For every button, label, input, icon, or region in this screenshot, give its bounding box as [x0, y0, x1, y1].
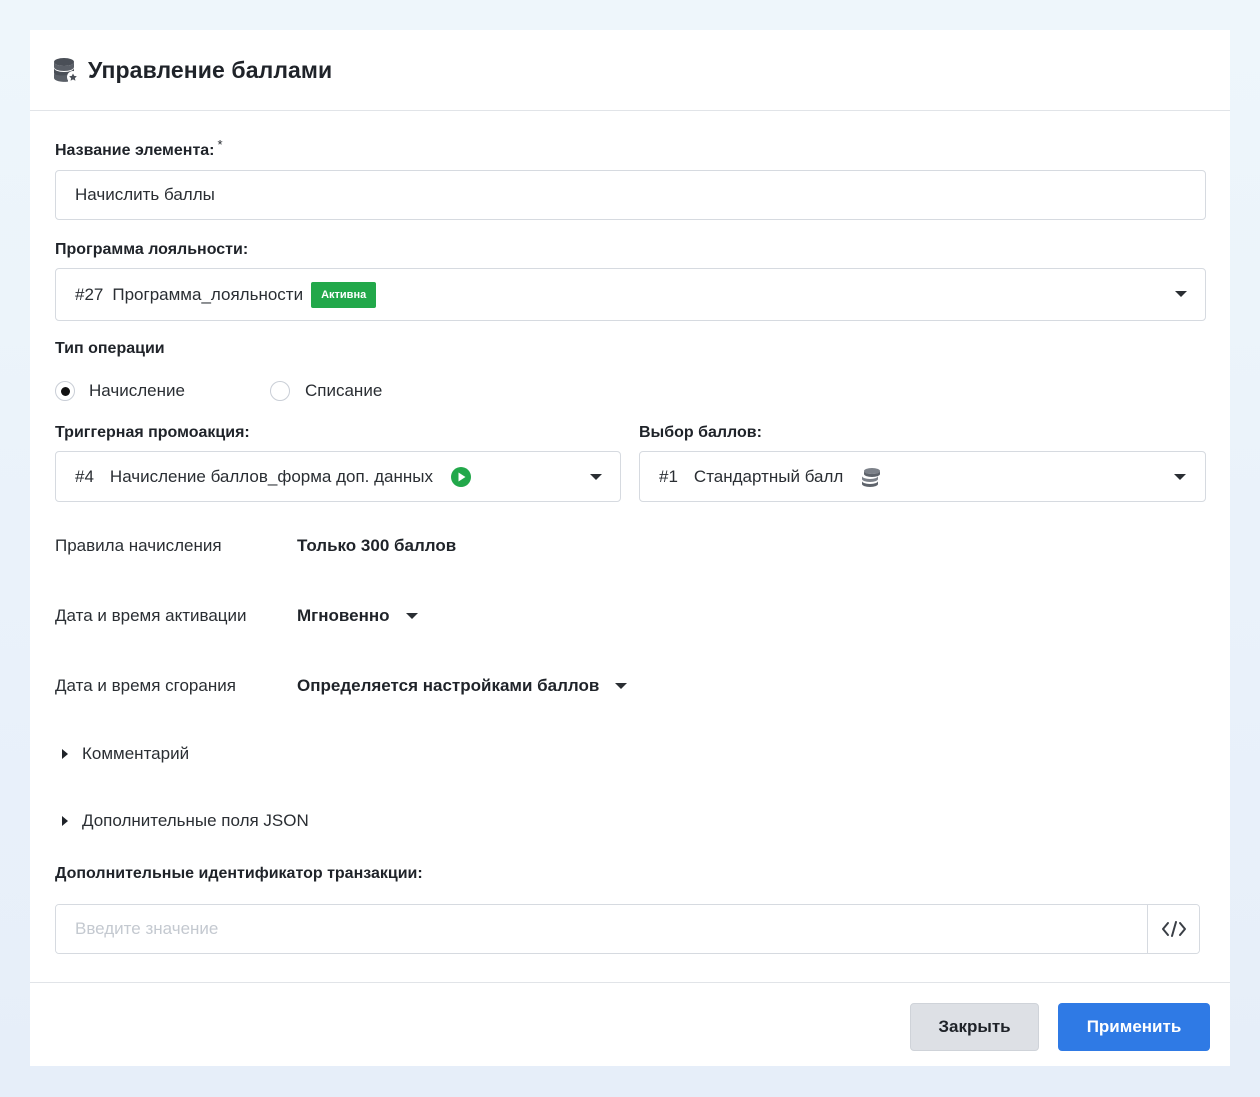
comment-label: Комментарий	[82, 744, 190, 763]
modal-header: Управление баллами	[30, 30, 1230, 111]
operation-type-label: Тип операции	[55, 340, 165, 357]
radio-accrual[interactable]	[55, 381, 75, 401]
status-badge: Активна	[311, 281, 377, 308]
apply-button[interactable]: Применить	[1058, 1003, 1210, 1051]
modal-footer: Закрыть Применить	[30, 982, 1230, 1066]
chevron-down-icon	[405, 613, 418, 619]
loyalty-program-number: #27	[75, 284, 104, 304]
json-fields-toggle[interactable]: Дополнительные поля JSON	[62, 811, 309, 831]
transaction-id-label: Дополнительные идентификатор транзакции:	[55, 865, 423, 882]
points-management-modal: Управление баллами Название элемента: * Н…	[30, 30, 1230, 1066]
points-choice-select[interactable]: #1 Стандартный балл	[639, 451, 1206, 502]
element-name-label: Название элемента: *	[55, 137, 223, 160]
transaction-id-input[interactable]	[56, 905, 1147, 953]
play-circle-icon	[451, 466, 471, 487]
chevron-down-icon	[1174, 474, 1186, 480]
trigger-promo-select[interactable]: #4 Начисление баллов_форма доп. данных	[55, 451, 621, 502]
coins-icon	[860, 467, 882, 487]
radio-accrual-label[interactable]: Начисление	[89, 381, 185, 401]
radio-writeoff[interactable]	[270, 381, 290, 401]
chevron-down-icon	[615, 683, 628, 689]
json-fields-label: Дополнительные поля JSON	[82, 811, 309, 830]
element-name-input[interactable]: Начислить баллы	[55, 170, 1206, 220]
points-choice-number: #1	[659, 466, 678, 486]
rules-value-text: Только 300 баллов	[297, 536, 457, 555]
activation-dropdown[interactable]: Мгновенно	[297, 606, 418, 626]
element-name-value: Начислить баллы	[75, 185, 215, 204]
rules-label: Правила начисления	[55, 536, 222, 555]
chevron-down-icon	[590, 474, 602, 480]
expiration-label: Дата и время сгорания	[55, 676, 236, 695]
close-button[interactable]: Закрыть	[910, 1003, 1039, 1051]
coins-gear-icon	[52, 55, 82, 85]
chevron-right-icon	[62, 816, 68, 826]
loyalty-program-label: Программа лояльности:	[55, 241, 249, 258]
transaction-id-group	[55, 904, 1200, 954]
loyalty-program-name: Программа_лояльности	[112, 284, 304, 304]
element-name-label-text: Название элемента:	[55, 142, 215, 159]
expiration-value: Определяется настройками баллов	[297, 676, 600, 695]
trigger-promo-number: #4	[75, 466, 94, 486]
required-mark: *	[217, 137, 223, 152]
activation-label: Дата и время активации	[55, 606, 247, 625]
trigger-promo-name: Начисление баллов_форма доп. данных	[109, 466, 433, 486]
chevron-right-icon	[62, 749, 68, 759]
loyalty-program-select[interactable]: #27 Программа_лояльности Активна	[55, 268, 1206, 321]
trigger-promo-label: Триггерная промоакция:	[55, 424, 250, 441]
code-icon	[1161, 920, 1187, 938]
points-choice-label: Выбор баллов:	[639, 424, 762, 441]
code-button[interactable]	[1147, 905, 1199, 953]
points-choice-name: Стандартный балл	[693, 466, 844, 486]
chevron-down-icon	[1175, 291, 1187, 297]
comment-toggle[interactable]: Комментарий	[62, 744, 189, 764]
page-title: Управление баллами	[88, 56, 333, 83]
expiration-dropdown[interactable]: Определяется настройками баллов	[297, 676, 628, 696]
activation-value: Мгновенно	[297, 606, 390, 625]
radio-writeoff-label[interactable]: Списание	[305, 381, 382, 401]
rules-value: Только 300 баллов	[297, 536, 456, 556]
